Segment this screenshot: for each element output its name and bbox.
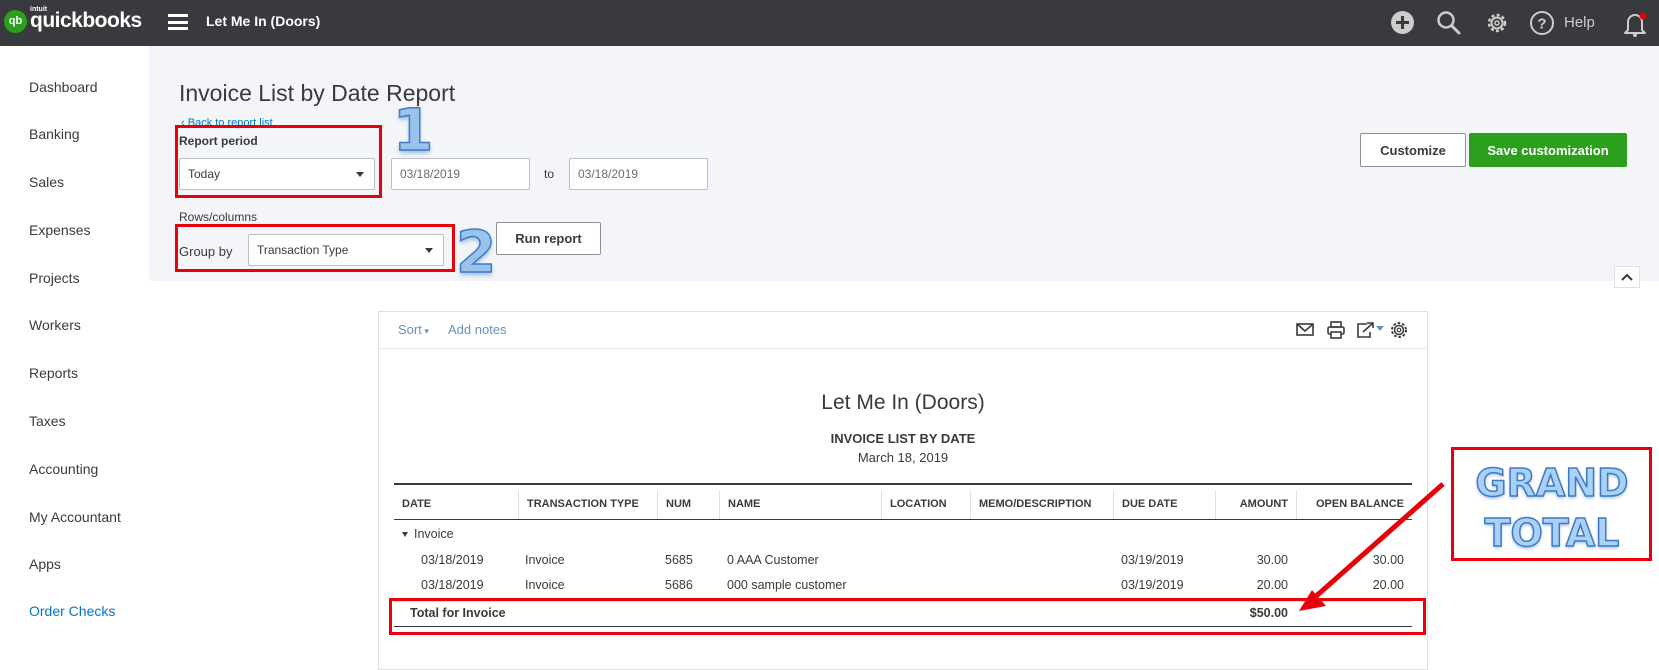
red-arrow-annotation (1299, 482, 1445, 611)
